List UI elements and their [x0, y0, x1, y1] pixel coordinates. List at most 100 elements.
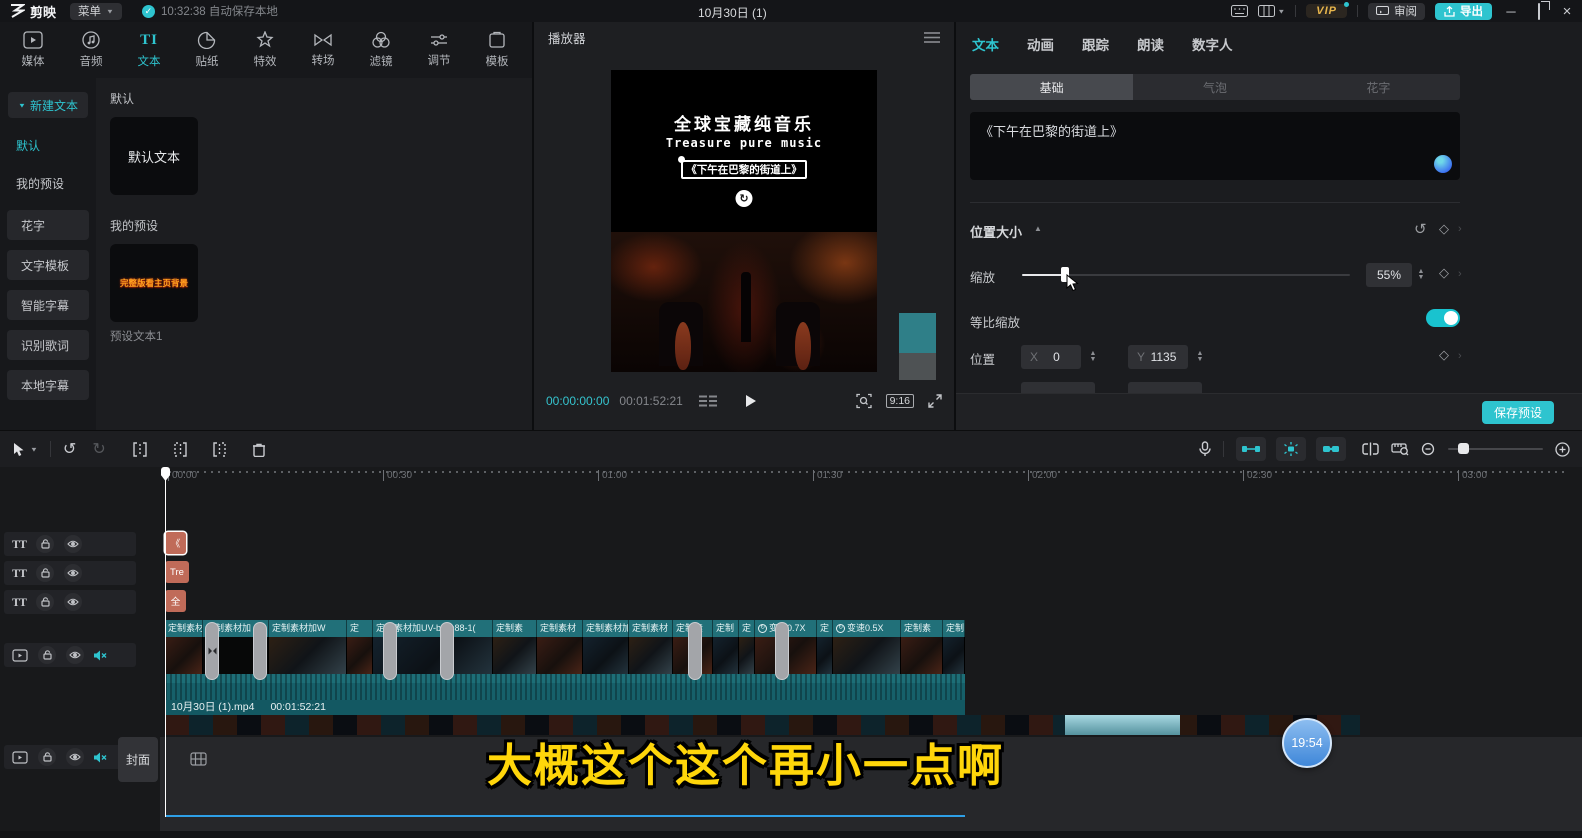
select-tool-dropdown[interactable]: ▼ [30, 445, 38, 452]
transition-marker[interactable] [440, 622, 454, 680]
sidebar-item-my-presets[interactable]: 我的预设 [0, 166, 96, 200]
lock-icon[interactable] [36, 564, 54, 582]
scale-stepper[interactable]: ▲▼ [1414, 263, 1428, 287]
split-right-button[interactable] [212, 442, 228, 457]
linkage-toggle[interactable] [1276, 437, 1306, 461]
scroll-swatch-teal[interactable] [899, 313, 936, 353]
video-clip[interactable]: ↻ 定 [817, 620, 833, 674]
transition-marker[interactable] [205, 622, 219, 680]
redo-button[interactable]: ↻ [92, 439, 105, 459]
sidebar-item-default[interactable]: 默认 [0, 128, 96, 162]
zoom-in-button[interactable] [1555, 442, 1570, 457]
x-stepper[interactable]: ▲▼ [1086, 345, 1100, 369]
subtab-fancy[interactable]: 花字 [1297, 74, 1460, 100]
video-clip[interactable]: ↻ 定制 [713, 620, 739, 674]
video-preview[interactable]: 全球宝藏纯音乐 Treasure pure music 《下午在巴黎的街道上》 … [611, 70, 877, 372]
menu-button[interactable]: 菜单 ▼ [70, 3, 122, 20]
new-text-button[interactable]: ▼ 新建文本 [8, 92, 88, 118]
video-clip[interactable]: ↻ 变速0.5X [833, 620, 901, 674]
layout-switch-button[interactable]: ▼ [1258, 5, 1285, 17]
eye-icon[interactable] [66, 748, 84, 766]
default-text-card[interactable]: 默认文本 [110, 117, 198, 195]
tab-text-to-speech[interactable]: 朗读 [1137, 34, 1164, 54]
film-strip-icon[interactable] [190, 752, 207, 766]
zoom-slider-handle[interactable] [1458, 443, 1469, 454]
tab-digital-human[interactable]: 数字人 [1192, 34, 1233, 54]
clip-filename-row[interactable]: 10月30日 (1).mp4 00:01:52:21 [165, 700, 965, 715]
video-clip[interactable]: ↻ 定制素 [493, 620, 537, 674]
keyframe-diamond-icon[interactable]: ◇ [1439, 265, 1449, 281]
sidebar-item-fancy-text[interactable]: 花字 [7, 210, 89, 240]
text-clip[interactable]: 全 [165, 590, 186, 612]
tab-templates[interactable]: 模板 [468, 22, 526, 78]
aspect-ratio-badge[interactable]: 9:16 [886, 394, 914, 408]
eye-icon[interactable] [66, 646, 84, 664]
tab-sticker[interactable]: 贴纸 [178, 22, 236, 78]
text-content-input[interactable]: 《下午在巴黎的街道上》 [970, 112, 1460, 180]
video-clip[interactable]: ↻ 定制素 [943, 620, 965, 674]
scale-value-box[interactable]: 55% [1366, 263, 1412, 287]
lock-icon[interactable] [36, 593, 54, 611]
position-x-input[interactable]: X 0 [1021, 345, 1081, 369]
fullscreen-icon[interactable] [928, 394, 942, 408]
export-button[interactable]: 导出 [1435, 3, 1492, 20]
keyframe-diamond-icon[interactable]: ◇ [1439, 347, 1449, 363]
uniform-scale-toggle[interactable] [1426, 309, 1460, 327]
collapse-caret-icon[interactable]: ▲ [1034, 224, 1042, 233]
video-clip[interactable]: ↻ 定制素材加W [269, 620, 347, 674]
preset-text-card[interactable]: 完整版看主页背景 [110, 244, 198, 322]
transition-marker[interactable] [775, 622, 789, 680]
position-y-input[interactable]: Y 1135 [1128, 345, 1188, 369]
video-clip[interactable]: ↻ 定制素材 [537, 620, 583, 674]
scroll-swatch-gray[interactable] [899, 353, 936, 380]
tab-filters[interactable]: 滤镜 [352, 22, 410, 78]
window-minimize-button[interactable]: ─ [1502, 4, 1520, 19]
floating-timer-bubble[interactable]: 19:54 [1282, 718, 1332, 768]
tab-adjust[interactable]: 调节 [410, 22, 468, 78]
timeline-zoom-slider[interactable] [1448, 448, 1543, 450]
video-clip[interactable]: ↻ 定 [347, 620, 373, 674]
delete-button[interactable] [252, 442, 266, 457]
shortcut-keyboard-icon[interactable] [1231, 5, 1248, 17]
vip-badge[interactable]: VIP [1306, 4, 1347, 18]
video-clip[interactable]: ↻ 定 [739, 620, 755, 674]
mute-speaker-icon[interactable] [94, 752, 107, 763]
transition-marker[interactable] [688, 622, 702, 680]
subtab-bubble[interactable]: 气泡 [1133, 74, 1296, 100]
window-restore-button[interactable] [1530, 4, 1548, 19]
keyframe-diamond-icon[interactable]: ◇ [1439, 221, 1449, 237]
split-preview-axis-button[interactable] [1362, 442, 1379, 456]
tab-text-settings[interactable]: 文本 [972, 34, 999, 54]
tab-tracking[interactable]: 跟踪 [1082, 34, 1109, 54]
text-clip-selected[interactable]: 《 [165, 532, 186, 554]
video-clip[interactable]: ↻ 定制素材加 [583, 620, 629, 674]
lock-icon[interactable] [38, 646, 56, 664]
sidebar-item-text-templates[interactable]: 文字模板 [7, 250, 89, 280]
tab-text[interactable]: TI 文本 [120, 22, 178, 78]
magnetic-snap-toggle[interactable] [1236, 437, 1266, 461]
preview-quality-icon[interactable] [856, 393, 872, 409]
split-button[interactable] [132, 442, 148, 457]
select-tool[interactable] [12, 442, 26, 457]
undo-button[interactable]: ↺ [63, 439, 76, 459]
cover-button[interactable]: 封面 [118, 737, 158, 782]
transition-marker[interactable] [253, 622, 267, 680]
player-menu-icon[interactable] [924, 32, 940, 43]
mute-speaker-icon[interactable] [94, 650, 107, 661]
timeline-ruler-button[interactable] [1391, 442, 1409, 456]
save-preset-button[interactable]: 保存预设 [1482, 401, 1554, 424]
eye-icon[interactable] [64, 564, 82, 582]
playhead-line[interactable] [165, 467, 166, 817]
tab-effects[interactable]: 特效 [236, 22, 294, 78]
video-clip[interactable]: ↻ 定制素材 [629, 620, 673, 674]
sidebar-item-lyrics-recognition[interactable]: 识别歌词 [7, 330, 89, 360]
tab-transitions[interactable]: 转场 [294, 22, 352, 78]
window-close-button[interactable]: × [1558, 3, 1576, 20]
tab-audio[interactable]: 音频 [62, 22, 120, 78]
tab-media[interactable]: 媒体 [4, 22, 62, 78]
reset-icon[interactable]: ↺ [1414, 220, 1427, 238]
frame-preview-icon[interactable] [699, 395, 717, 407]
eye-icon[interactable] [64, 593, 82, 611]
selected-text-element[interactable]: 《下午在巴黎的街道上》 [681, 160, 807, 179]
split-left-button[interactable] [172, 442, 188, 457]
